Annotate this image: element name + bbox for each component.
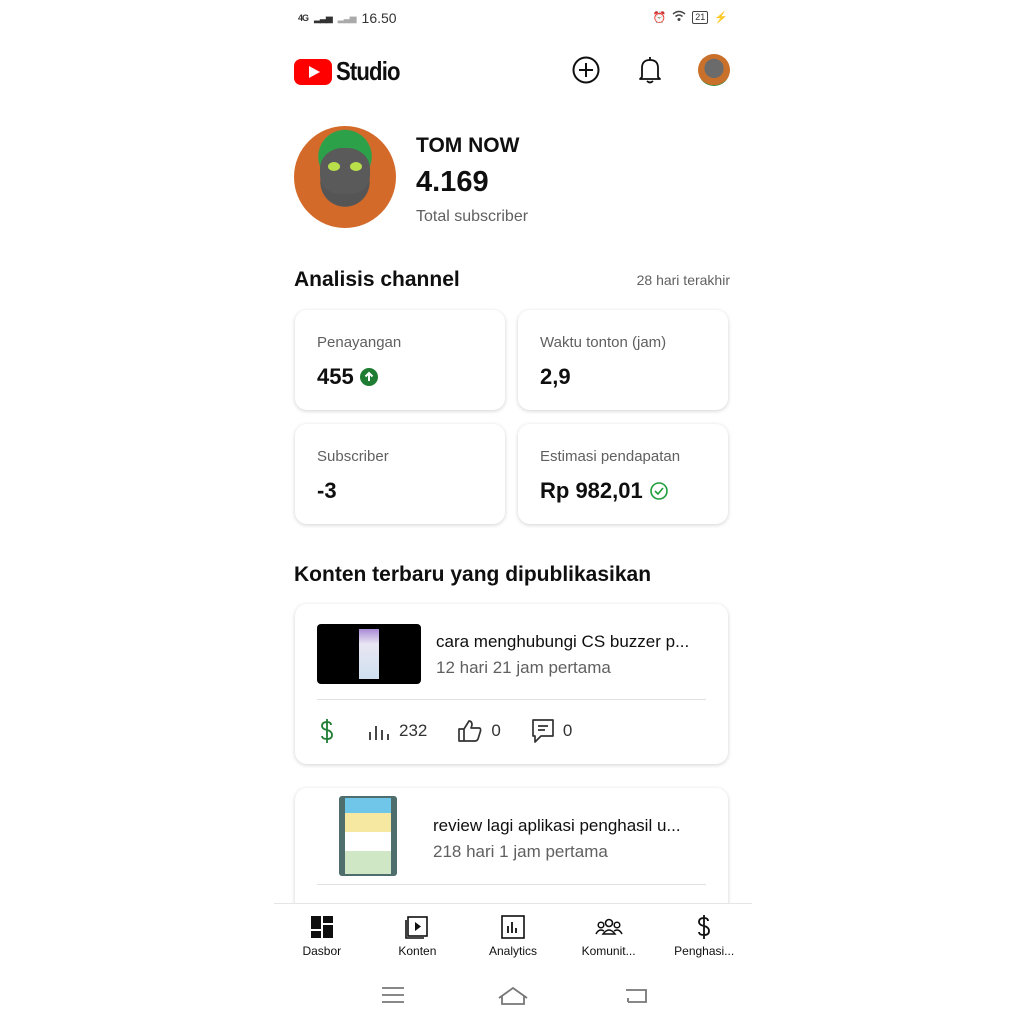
divider	[317, 699, 706, 700]
video-title[interactable]: review lagi aplikasi penghasil u...	[433, 816, 681, 836]
logo-text: Studio	[336, 56, 400, 86]
metric-card-revenue[interactable]: Estimasi pendapatan Rp 982,01	[518, 424, 728, 524]
video-title[interactable]: cara menghubungi CS buzzer p...	[436, 632, 689, 652]
video-subtitle: 12 hari 21 jam pertama	[436, 658, 611, 677]
nav-item-dashboard[interactable]: Dasbor	[274, 904, 370, 968]
menu-icon	[382, 987, 404, 1003]
bottom-navigation: Dasbor Konten Analytics Komunit... Pengh…	[274, 903, 752, 968]
recent-video-card[interactable]: cara menghubungi CS buzzer p... 12 hari …	[295, 604, 728, 764]
nav-item-community[interactable]: Komunit...	[561, 904, 657, 968]
check-circle-icon	[649, 482, 668, 500]
status-bar: 4G ▂▃▅ ▂▃▅ 16.50 ⏰ 21 ⚡	[298, 8, 728, 28]
metric-label: Waktu tonton (jam)	[540, 334, 667, 351]
metric-value: Rp 982,01	[540, 478, 643, 503]
channel-avatar[interactable]	[294, 126, 396, 228]
wifi-icon	[672, 10, 686, 25]
video-thumbnail[interactable]	[339, 796, 397, 876]
metric-label: Subscriber	[317, 448, 389, 465]
subscriber-label: Total subscriber	[416, 208, 529, 225]
signal-bars-icon-2: ▂▃▅	[337, 12, 357, 23]
metric-value-row: 2,9	[540, 364, 571, 390]
youtube-studio-logo[interactable]: Studio	[294, 56, 411, 87]
system-navigation	[274, 980, 752, 1014]
metric-value: -3	[317, 478, 337, 503]
thumbs-up-icon	[458, 720, 482, 742]
community-icon	[594, 918, 623, 935]
arrow-up-circle-icon	[359, 368, 378, 386]
nav-label: Analytics	[488, 944, 537, 958]
comment-icon	[531, 719, 554, 743]
views-stat: 232	[367, 720, 427, 742]
battery-icon: 21	[692, 11, 709, 24]
back-icon	[626, 989, 647, 1003]
bar-chart-icon	[369, 726, 389, 740]
metric-value-row: -3	[317, 478, 337, 504]
video-thumbnail[interactable]	[317, 624, 421, 684]
analytics-icon	[501, 915, 525, 939]
youtube-play-icon	[294, 58, 332, 85]
metric-card-watch-time[interactable]: Waktu tonton (jam) 2,9	[518, 310, 728, 410]
notifications-button[interactable]	[634, 54, 666, 86]
divider	[317, 884, 706, 885]
signal-indicator: 4G	[298, 13, 309, 23]
bell-icon	[639, 57, 661, 84]
metric-label: Estimasi pendapatan	[540, 448, 681, 465]
app-header: Studio	[294, 50, 732, 90]
metric-value: 2,9	[540, 364, 571, 389]
add-circle-icon	[572, 56, 600, 84]
dashboard-icon	[310, 916, 333, 938]
nav-item-analytics[interactable]: Analytics	[465, 904, 561, 968]
back-button[interactable]	[624, 984, 652, 1008]
create-button[interactable]	[570, 54, 602, 86]
recent-content-title: Konten terbaru yang dipublikasikan	[294, 563, 652, 586]
studio-app: 4G ▂▃▅ ▂▃▅ 16.50 ⏰ 21 ⚡ Studio TOM NOW 4…	[274, 0, 752, 1024]
home-icon	[498, 986, 528, 1005]
alarm-icon: ⏰	[652, 12, 667, 24]
video-subtitle: 218 hari 1 jam pertama	[433, 842, 608, 861]
subscriber-count: 4.169	[416, 166, 489, 198]
likes-stat: 0	[457, 719, 501, 743]
avatar	[698, 54, 730, 86]
nav-item-earn[interactable]: Penghasi...	[656, 904, 752, 968]
menu-button[interactable]	[380, 984, 408, 1008]
status-time: 16.50	[361, 10, 397, 26]
content-icon	[405, 916, 429, 939]
signal-bars-icon: ▂▃▅	[314, 12, 333, 23]
metric-card-views[interactable]: Penayangan 455	[295, 310, 505, 410]
channel-summary: TOM NOW 4.169 Total subscriber	[294, 126, 732, 230]
cat-face-image	[320, 148, 370, 194]
nav-label: Dasbor	[302, 944, 342, 958]
account-avatar[interactable]	[698, 54, 730, 86]
nav-label: Komunit...	[581, 944, 636, 958]
analytics-section-title: Analisis channel	[294, 268, 460, 291]
video-stats: 232 0 0	[317, 718, 602, 744]
nav-label: Konten	[398, 944, 437, 958]
metric-card-subscribers[interactable]: Subscriber -3	[295, 424, 505, 524]
metric-value: 455	[317, 364, 354, 389]
metric-value-row: Rp 982,01	[540, 478, 669, 504]
earn-icon	[698, 915, 711, 939]
nav-item-content[interactable]: Konten	[370, 904, 466, 968]
comments-count: 0	[562, 721, 573, 740]
channel-name: TOM NOW	[416, 134, 520, 157]
nav-label: Penghasi...	[674, 944, 735, 958]
monetization-status[interactable]	[317, 718, 337, 744]
metric-value-row: 455	[317, 364, 378, 390]
analytics-period: 28 hari terakhir	[636, 272, 730, 288]
metric-label: Penayangan	[317, 334, 402, 351]
views-count: 232	[399, 721, 428, 740]
likes-count: 0	[491, 721, 501, 740]
charging-icon: ⚡	[714, 12, 728, 24]
comments-stat: 0	[531, 718, 572, 744]
dollar-icon	[321, 719, 333, 743]
home-button[interactable]	[496, 984, 530, 1008]
